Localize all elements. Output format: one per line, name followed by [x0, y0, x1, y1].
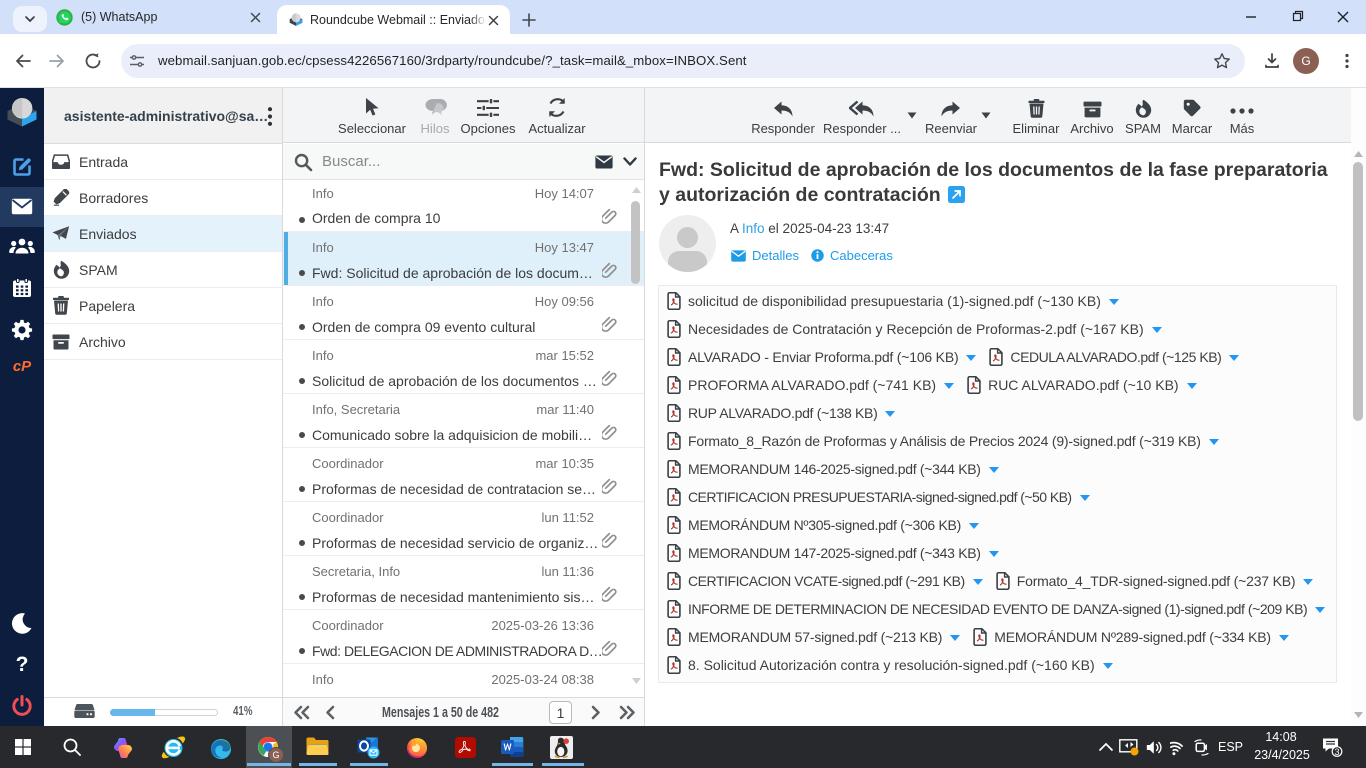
svg-text:3: 3	[1334, 747, 1339, 757]
